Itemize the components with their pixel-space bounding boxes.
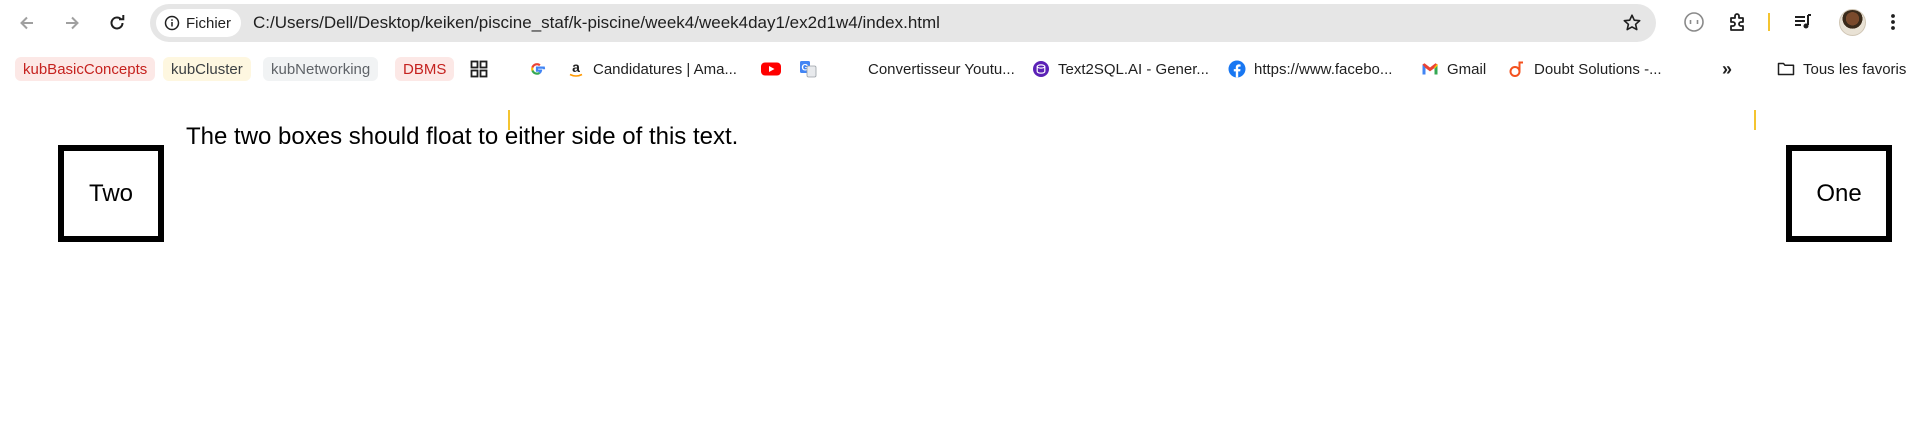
all-bookmarks-folder[interactable]: Tous les favoris <box>1777 57 1906 81</box>
google-translate-icon: G <box>799 60 817 78</box>
media-controls-button[interactable] <box>1790 9 1816 35</box>
bookmark-kubcluster[interactable]: kubCluster <box>163 57 251 81</box>
forward-button[interactable] <box>55 6 89 40</box>
doubt-solutions-icon <box>1508 60 1526 78</box>
puzzle-icon <box>1730 13 1744 31</box>
info-icon <box>164 15 180 31</box>
bookmark-label: https://www.facebo... <box>1254 60 1393 78</box>
reload-icon <box>110 14 125 30</box>
bookmark-doubt-solutions[interactable]: Doubt Solutions -... <box>1508 57 1662 81</box>
folder-icon <box>1777 60 1795 78</box>
extension-circle-icon <box>1684 12 1704 32</box>
amazon-icon: a <box>567 60 585 78</box>
extension-icon-button[interactable] <box>1681 9 1707 35</box>
google-icon <box>528 60 546 78</box>
extensions-button[interactable] <box>1725 9 1751 35</box>
page-content: Two The two boxes should float to either… <box>0 91 1919 429</box>
toolbar-separator <box>1768 13 1770 31</box>
bookmark-facebook[interactable]: https://www.facebo... <box>1228 57 1392 81</box>
arrow-right-icon <box>66 16 79 30</box>
text2sql-icon <box>1032 60 1050 78</box>
back-button[interactable] <box>10 6 44 40</box>
url-text[interactable]: C:/Users/Dell/Desktop/keiken/piscine_sta… <box>253 4 940 42</box>
bookmark-translate[interactable]: G <box>799 57 825 81</box>
bookmark-gmail[interactable]: Gmail <box>1421 57 1486 81</box>
gmail-icon <box>1421 60 1439 78</box>
arrow-left-icon <box>20 16 33 30</box>
bookmark-youtube[interactable] <box>760 57 790 81</box>
browser-toolbar: Fichier C:/Users/Dell/Desktop/keiken/pis… <box>0 0 1919 45</box>
bookmarks-bar: kubBasicConcepts kubCluster kubNetworkin… <box>0 52 1919 130</box>
facebook-icon <box>1228 60 1246 78</box>
bookmark-google[interactable] <box>528 57 554 81</box>
more-vertical-icon <box>1891 14 1895 30</box>
float-box-right: One <box>1786 145 1892 242</box>
bookmark-text2sql[interactable]: Text2SQL.AI - Gener... <box>1032 57 1209 81</box>
bookmark-kubbasicconcepts[interactable]: kubBasicConcepts <box>15 57 156 81</box>
youtube-icon <box>760 60 782 78</box>
bookmark-label: Doubt Solutions -... <box>1534 60 1662 78</box>
bookmarks-overflow-button[interactable]: » <box>1722 57 1732 81</box>
bookmark-dbms[interactable]: DBMS <box>395 57 455 81</box>
bookmark-label: Candidatures | Ama... <box>593 60 737 78</box>
all-bookmarks-label: Tous les favoris <box>1803 60 1907 78</box>
bookmark-apps[interactable] <box>470 57 496 81</box>
bookmark-amazon[interactable]: a Candidatures | Ama... <box>567 57 737 81</box>
box-left-label: Two <box>88 179 133 207</box>
site-chip-label: Fichier <box>186 14 232 32</box>
svg-text:a: a <box>572 60 580 75</box>
browser-menu-button[interactable] <box>1880 9 1906 35</box>
reload-button[interactable] <box>100 6 134 40</box>
float-box-left: Two <box>58 145 164 242</box>
address-bar[interactable]: Fichier C:/Users/Dell/Desktop/keiken/pis… <box>150 4 1656 42</box>
bookmark-star-button[interactable] <box>1620 11 1644 35</box>
bookmark-label: Gmail <box>1447 60 1487 78</box>
apps-grid-icon <box>470 60 488 78</box>
bookmark-convertisseur[interactable]: Convertisseur Youtu... <box>868 57 1015 81</box>
star-icon <box>1623 14 1641 31</box>
bookmark-kubnetworking[interactable]: kubNetworking <box>263 57 379 81</box>
page-paragraph: The two boxes should float to either sid… <box>186 123 739 150</box>
profile-avatar[interactable] <box>1839 9 1866 36</box>
playlist-icon <box>1795 14 1811 29</box>
bookmark-label: Text2SQL.AI - Gener... <box>1058 60 1209 78</box>
box-right-label: One <box>1816 179 1862 207</box>
site-info-chip[interactable]: Fichier <box>156 9 242 37</box>
